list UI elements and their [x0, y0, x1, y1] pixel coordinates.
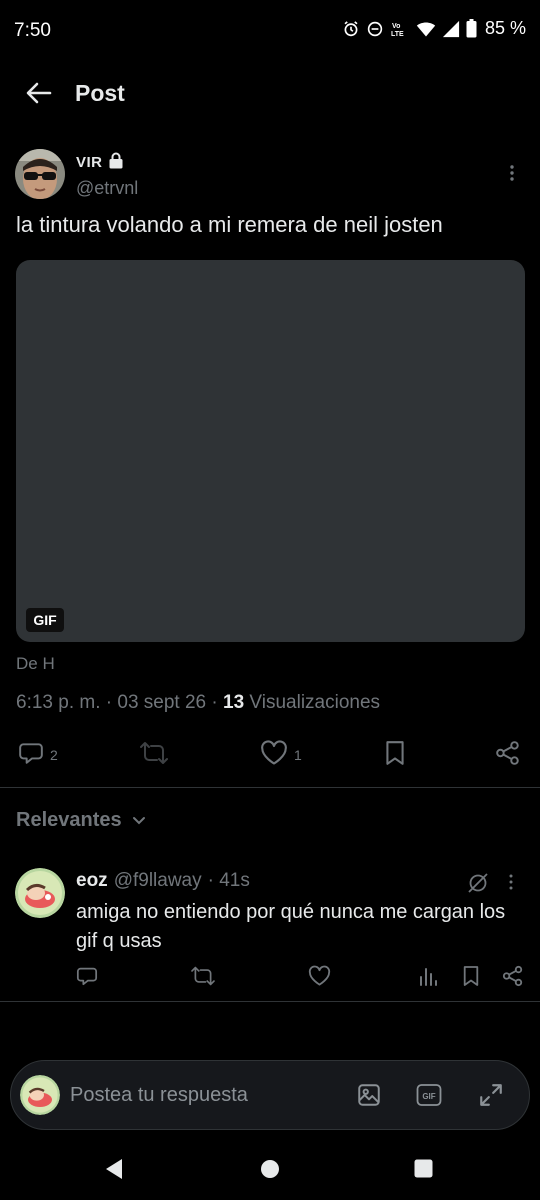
post-timestamp: 6:13 p. m. · 03 sept 26 ·: [16, 692, 223, 713]
views-count: 13: [223, 692, 245, 713]
divider: [0, 1001, 540, 1002]
back-button[interactable]: [22, 78, 56, 112]
heart-icon: [260, 740, 288, 769]
grok-icon[interactable]: [466, 871, 490, 900]
square-recents-icon: [414, 1159, 433, 1182]
composer-avatar: [20, 1075, 60, 1115]
signal-icon: [442, 20, 460, 38]
reply-text: amiga no entiendo por qué nunca me carga…: [76, 901, 506, 952]
repost-icon: [190, 966, 216, 991]
reply-author-name[interactable]: eoz: [76, 870, 108, 892]
bookmark-icon: [462, 966, 480, 991]
reply-like-button[interactable]: [308, 965, 331, 992]
author-name[interactable]: VIR: [76, 154, 103, 171]
repost-button[interactable]: [139, 740, 169, 769]
alarm-icon: [342, 20, 360, 38]
battery-icon: [466, 19, 477, 38]
svg-text:LTE: LTE: [391, 31, 404, 38]
nav-back-button[interactable]: [104, 1158, 124, 1185]
expand-icon: [478, 1084, 504, 1112]
svg-text:GIF: GIF: [422, 1092, 435, 1101]
reply-repost-button[interactable]: [190, 965, 216, 992]
bookmark-button[interactable]: [384, 740, 406, 769]
reply-author-handle[interactable]: @f9llaway: [114, 870, 202, 892]
share-icon: [495, 740, 521, 769]
circle-home-icon: [260, 1160, 280, 1183]
top-app-bar: Post: [0, 62, 540, 124]
reply-more-button[interactable]: [509, 874, 513, 895]
like-count: 1: [294, 746, 302, 763]
repost-icon: [139, 740, 169, 769]
triangle-back-icon: [104, 1159, 124, 1184]
arrow-left-icon: [26, 82, 52, 109]
gif-icon: GIF: [416, 1084, 442, 1112]
page-title: Post: [75, 80, 125, 106]
lock-icon: [109, 152, 123, 173]
post-source: De H: [16, 654, 55, 673]
battery-percentage: 85 %: [484, 18, 526, 38]
more-vertical-icon: [509, 874, 513, 894]
more-vertical-icon: [510, 164, 514, 186]
analytics-icon: [418, 968, 438, 991]
share-icon: [502, 965, 524, 991]
author-name-row[interactable]: VIR: [76, 152, 123, 173]
nav-recents-button[interactable]: [414, 1159, 433, 1183]
reply-bookmark-button[interactable]: [462, 965, 480, 992]
share-button[interactable]: [495, 740, 521, 769]
status-time: 7:50: [14, 20, 51, 41]
bookmark-icon: [384, 740, 406, 769]
sort-replies-dropdown[interactable]: Relevantes: [16, 809, 146, 832]
reply-views-button[interactable]: [418, 965, 438, 992]
reply-header: eoz @f9llaway · 41s: [76, 870, 250, 892]
status-bar: 7:50 Vo LTE 85 %: [0, 0, 540, 62]
sort-label: Relevantes: [16, 809, 122, 831]
heart-icon: [308, 965, 331, 991]
post-text: la tintura volando a mi remera de neil j…: [16, 212, 443, 237]
reply-share-button[interactable]: [502, 965, 524, 992]
author-handle[interactable]: @etrvnl: [76, 178, 138, 199]
image-icon: [356, 1084, 382, 1112]
author-avatar[interactable]: [15, 149, 65, 199]
chevron-down-icon: [132, 809, 146, 832]
views-label: Visualizaciones: [244, 692, 381, 713]
reply-input[interactable]: Postea tu respuesta: [70, 1084, 248, 1107]
divider: [0, 787, 540, 788]
svg-text:Vo: Vo: [392, 23, 400, 30]
volte-icon: Vo LTE: [390, 20, 410, 38]
reply-avatar[interactable]: [15, 868, 65, 918]
add-image-button[interactable]: [356, 1082, 382, 1113]
status-icons: Vo LTE 85 %: [342, 18, 526, 39]
reply-icon: [18, 740, 44, 769]
system-nav-bar: [0, 1140, 540, 1200]
post-meta: 6:13 p. m. · 03 sept 26 · 13 Visualizaci…: [16, 692, 380, 714]
reply-count: 2: [50, 746, 58, 763]
reply-time: · 41s: [207, 870, 250, 891]
add-gif-button[interactable]: GIF: [416, 1082, 442, 1113]
do-not-disturb-icon: [366, 20, 384, 38]
reply-button[interactable]: 2: [18, 740, 58, 769]
wifi-icon: [416, 20, 436, 38]
expand-composer-button[interactable]: [478, 1082, 504, 1113]
gif-badge: GIF: [26, 608, 64, 632]
reply-reply-button[interactable]: [76, 965, 98, 992]
like-button[interactable]: 1: [260, 740, 302, 769]
more-options-button[interactable]: [502, 164, 522, 186]
post-media-gif[interactable]: [16, 260, 525, 642]
reply-icon: [76, 967, 98, 991]
nav-home-button[interactable]: [260, 1159, 280, 1184]
